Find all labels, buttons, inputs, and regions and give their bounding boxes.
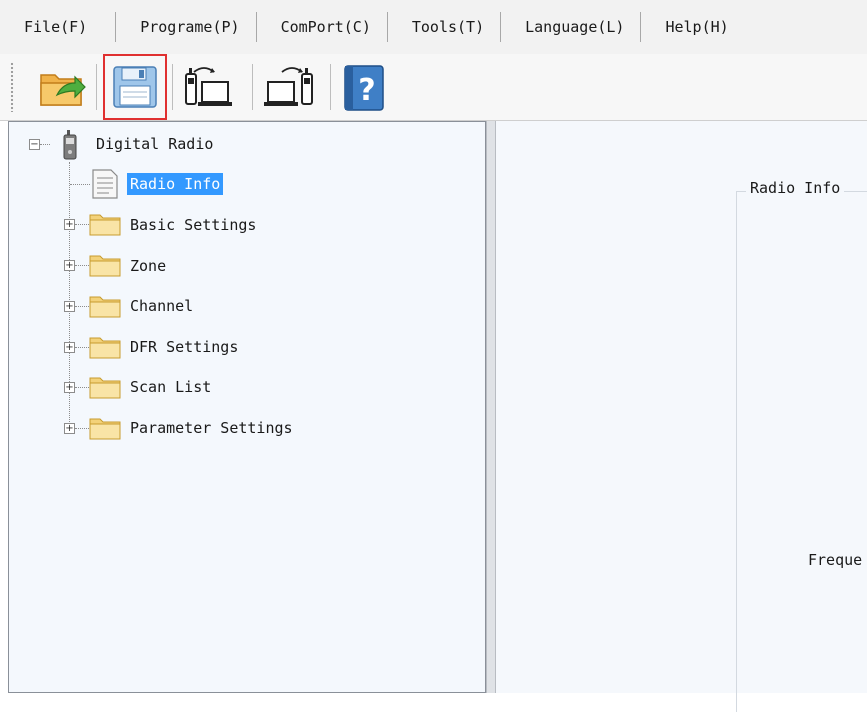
content-pane: Radio Info Freque: [496, 121, 867, 712]
tree-item-label: Zone: [130, 257, 167, 275]
folder-icon: [89, 337, 121, 359]
save-icon: [113, 66, 157, 108]
tree-item-zone[interactable]: Zone: [127, 249, 169, 283]
menu-comport[interactable]: ComPort(C): [257, 12, 388, 42]
document-icon: [92, 169, 118, 199]
menu-programe[interactable]: Programe(P): [116, 12, 257, 42]
tree-item-radio-info[interactable]: Radio Info: [127, 167, 224, 201]
radio-device-icon: [63, 130, 77, 160]
tree-root-label: Digital Radio: [96, 135, 214, 153]
tree-expand-toggle[interactable]: +: [64, 301, 75, 312]
open-folder-icon: [40, 74, 86, 106]
tree-item-parameter-settings[interactable]: Parameter Settings: [127, 411, 296, 445]
tree-expand-toggle[interactable]: +: [64, 260, 75, 271]
folder-icon: [89, 296, 121, 318]
toolbar: ?: [0, 54, 867, 121]
navigation-tree: − Digital Radio Radio Info + Basic Setti…: [8, 121, 486, 693]
tree-item-dfr-settings[interactable]: DFR Settings: [127, 330, 241, 364]
menu-help[interactable]: Help(H): [641, 12, 744, 42]
menu-tools[interactable]: Tools(T): [388, 12, 502, 42]
tree-item-label: Scan List: [130, 378, 212, 396]
tree-root[interactable]: Digital Radio: [93, 127, 216, 161]
radio-info-group: [736, 191, 867, 712]
frequency-label: Freque: [808, 551, 863, 569]
read-from-radio-icon: [185, 67, 232, 106]
write-to-radio-button[interactable]: [262, 60, 318, 114]
open-button[interactable]: [34, 60, 90, 114]
radio-info-group-title: Radio Info: [746, 179, 845, 197]
tree-expand-toggle[interactable]: +: [64, 219, 75, 230]
menu-file[interactable]: File(F): [0, 12, 117, 42]
menu-bar: File(F) Programe(P) ComPort(C) Tools(T) …: [0, 0, 867, 55]
tree-item-basic-settings[interactable]: Basic Settings: [127, 208, 259, 242]
svg-text:?: ?: [358, 73, 375, 108]
toolbar-grip[interactable]: [10, 62, 14, 112]
tree-item-label: Radio Info: [127, 173, 224, 195]
tree-item-label: Channel: [130, 297, 194, 315]
write-to-radio-icon: [264, 67, 313, 106]
read-from-radio-button[interactable]: [180, 60, 236, 114]
folder-icon: [89, 377, 121, 399]
help-button[interactable]: ?: [336, 60, 392, 114]
save-button[interactable]: [103, 54, 167, 120]
tree-item-channel[interactable]: Channel: [127, 289, 196, 323]
folder-icon: [89, 214, 121, 236]
tree-expand-toggle[interactable]: +: [64, 423, 75, 434]
menu-language[interactable]: Language(L): [501, 12, 642, 42]
tree-item-label: DFR Settings: [130, 338, 239, 356]
tree-item-label: Basic Settings: [130, 216, 257, 234]
tree-collapse-toggle[interactable]: −: [29, 139, 40, 150]
tree-expand-toggle[interactable]: +: [64, 382, 75, 393]
pane-splitter[interactable]: [486, 121, 496, 693]
folder-icon: [89, 418, 121, 440]
tree-item-scan-list[interactable]: Scan List: [127, 370, 214, 404]
folder-icon: [89, 255, 121, 277]
tree-item-label: Parameter Settings: [130, 419, 293, 437]
help-icon: ?: [344, 65, 384, 111]
tree-expand-toggle[interactable]: +: [64, 342, 75, 353]
